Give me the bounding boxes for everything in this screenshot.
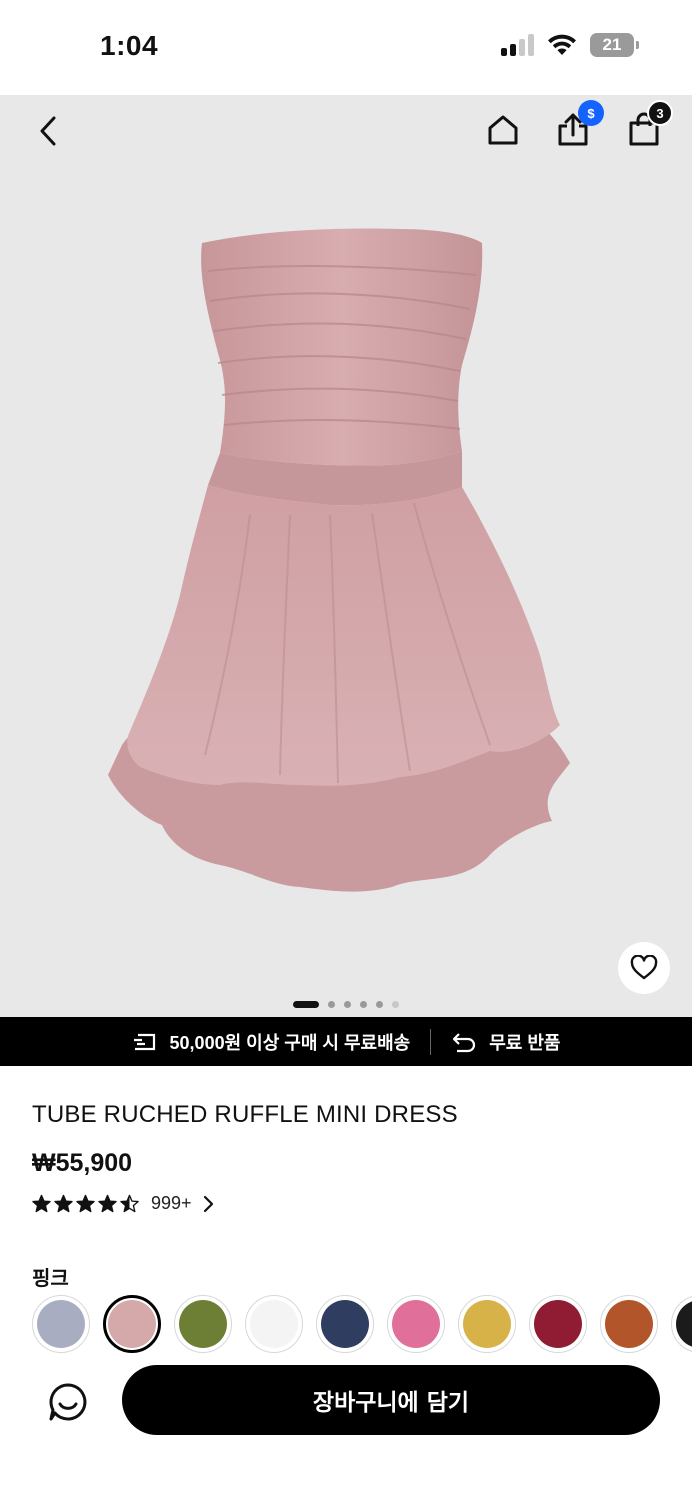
banner-divider xyxy=(430,1028,432,1055)
battery-icon: 21 xyxy=(590,33,639,57)
wifi-icon xyxy=(548,34,576,55)
product-price: ₩55,900 xyxy=(32,1149,133,1177)
star-full-icon xyxy=(98,1194,117,1213)
status-icons: 21 xyxy=(501,33,639,57)
star-full-icon xyxy=(32,1194,51,1213)
color-swatch-fill xyxy=(321,1300,369,1348)
free-shipping-info: 50,000원 이상 구매 시 무료배송 xyxy=(132,1029,411,1055)
color-swatch[interactable] xyxy=(387,1295,445,1353)
star-full-icon xyxy=(54,1194,73,1213)
status-bar: 1:04 21 xyxy=(0,0,692,95)
product-image-gallery[interactable] xyxy=(0,95,692,1017)
color-swatch[interactable] xyxy=(316,1295,374,1353)
color-swatch-fill xyxy=(37,1300,85,1348)
chat-button[interactable] xyxy=(44,1378,92,1426)
color-swatch-fill xyxy=(534,1300,582,1348)
status-time: 1:04 xyxy=(100,30,159,61)
rating-summary[interactable]: 999+ xyxy=(32,1193,214,1214)
review-count: 999+ xyxy=(151,1193,192,1213)
selected-color-label: 핑크 xyxy=(32,1268,69,1290)
battery-level: 21 xyxy=(602,35,622,54)
color-swatch-list xyxy=(32,1295,692,1353)
star-rating xyxy=(32,1194,139,1213)
star-full-icon xyxy=(76,1194,95,1213)
heart-icon xyxy=(630,955,658,980)
gallery-dot[interactable] xyxy=(360,1001,367,1008)
return-arrow-icon xyxy=(453,1032,476,1052)
chevron-right-icon xyxy=(202,1195,214,1213)
color-swatch-fill xyxy=(179,1300,227,1348)
color-swatch-fill xyxy=(250,1300,298,1348)
gallery-dot[interactable] xyxy=(392,1001,399,1008)
color-swatch[interactable] xyxy=(32,1295,90,1353)
gallery-dot[interactable] xyxy=(344,1001,351,1008)
wishlist-button[interactable] xyxy=(618,942,670,994)
color-swatch[interactable] xyxy=(600,1295,658,1353)
add-to-cart-button[interactable]: 장바구니에 담기 xyxy=(122,1365,660,1435)
color-swatch-fill xyxy=(605,1300,653,1348)
color-swatch-fill xyxy=(463,1300,511,1348)
free-shipping-text: 50,000원 이상 구매 시 무료배송 xyxy=(169,1032,411,1053)
color-swatch[interactable] xyxy=(529,1295,587,1353)
gallery-dot[interactable] xyxy=(376,1001,383,1008)
color-swatch-fill xyxy=(392,1300,440,1348)
product-title: TUBE RUCHED RUFFLE MINI DRESS xyxy=(32,1101,458,1128)
home-icon xyxy=(488,115,518,145)
delivery-truck-icon xyxy=(133,1033,155,1050)
chevron-left-icon xyxy=(40,116,56,146)
shipping-banner: 50,000원 이상 구매 시 무료배송 무료 반품 xyxy=(0,1017,692,1066)
color-swatch-fill xyxy=(676,1300,692,1348)
home-button[interactable] xyxy=(484,111,522,149)
gallery-dot[interactable] xyxy=(328,1001,335,1008)
gallery-dot[interactable] xyxy=(293,1001,319,1008)
star-half-icon xyxy=(120,1194,139,1213)
cellular-signal-icon xyxy=(501,34,534,56)
color-swatch[interactable] xyxy=(245,1295,303,1353)
color-swatch[interactable] xyxy=(103,1295,161,1353)
free-returns-info: 무료 반품 xyxy=(451,1029,560,1055)
color-swatch[interactable] xyxy=(671,1295,692,1353)
chat-smile-icon xyxy=(49,1383,87,1421)
product-image xyxy=(108,228,570,892)
color-swatch[interactable] xyxy=(458,1295,516,1353)
color-swatch[interactable] xyxy=(174,1295,232,1353)
free-returns-text: 무료 반품 xyxy=(489,1032,561,1053)
back-button[interactable] xyxy=(30,113,66,149)
color-swatch-fill xyxy=(108,1300,156,1348)
gallery-pagination[interactable] xyxy=(0,1001,692,1008)
cart-count-badge: 3 xyxy=(647,100,673,126)
share-reward-badge: $ xyxy=(578,100,604,126)
